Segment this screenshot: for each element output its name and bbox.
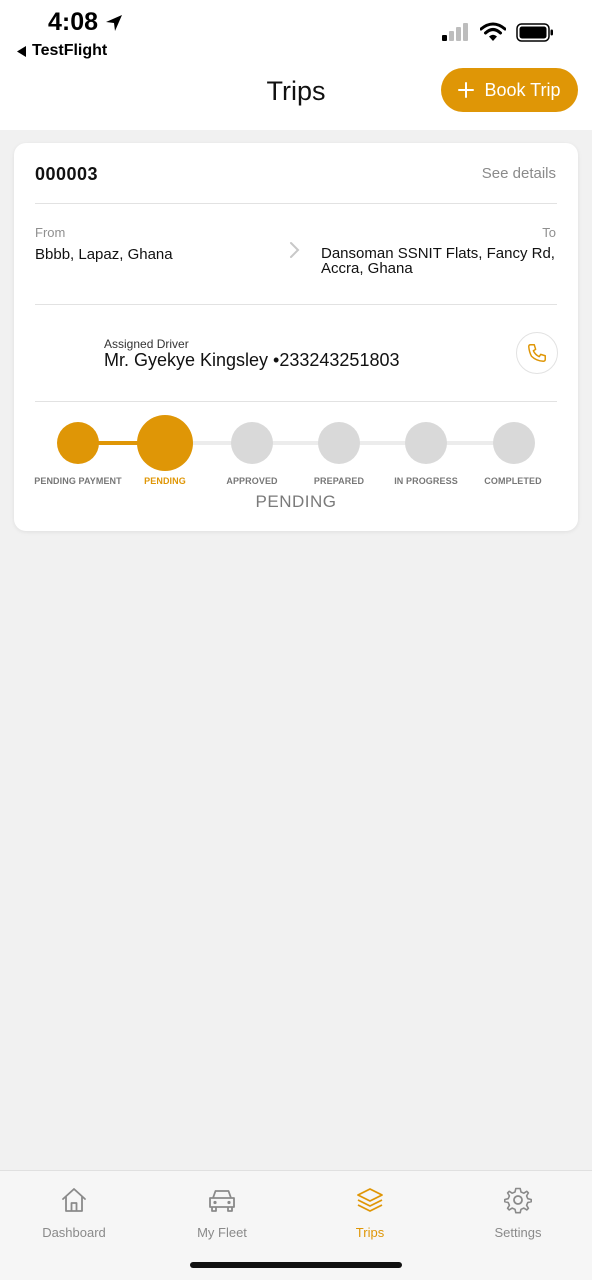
step-label-prepared: PREPARED: [313, 476, 365, 486]
tab-trips[interactable]: Trips: [310, 1183, 430, 1240]
car-icon: [209, 1190, 235, 1212]
to-address: Dansoman SSNIT Flats, Fancy Rd, Accra, G…: [321, 245, 555, 277]
see-details-link[interactable]: See details: [482, 165, 556, 182]
step-label-pending-payment: PENDING PAYMENT: [34, 476, 122, 486]
card-divider: [35, 304, 557, 305]
book-trip-label: Book Trip: [484, 79, 561, 100]
top-bar: 4:08 TestFlight Trips Book Trip: [0, 0, 592, 130]
clock-time: 4:08: [48, 8, 99, 36]
tab-dashboard[interactable]: Dashboard: [14, 1183, 134, 1240]
step-label-completed: COMPLETED: [484, 476, 542, 486]
home-icon: [62, 1188, 86, 1212]
trip-id: 000003: [35, 164, 99, 184]
wifi-icon: [480, 22, 506, 41]
tab-my-fleet[interactable]: My Fleet: [162, 1183, 282, 1240]
layers-icon: [357, 1188, 383, 1212]
phone-icon: [528, 344, 546, 362]
tab-label-dashboard: Dashboard: [42, 1225, 106, 1240]
status-icons: [442, 22, 554, 42]
card-divider: [35, 401, 557, 402]
card-divider: [35, 203, 557, 204]
battery-icon: [516, 22, 553, 42]
chevron-right-icon: [290, 242, 300, 258]
driver-name: Mr. Gyekye Kingsley •233243251803: [104, 350, 400, 370]
step-label-approved: APPROVED: [226, 476, 278, 486]
trip-card[interactable]: 000003 See details From To Bbbb, Lapaz, …: [14, 143, 578, 531]
step-dot-pending: [137, 415, 193, 471]
back-triangle-icon: [17, 45, 26, 57]
cellular-signal-icon: [442, 23, 468, 41]
step-dot-pending-payment: [57, 422, 99, 464]
from-label: From: [35, 225, 66, 240]
tab-label-my-fleet: My Fleet: [197, 1225, 247, 1240]
back-app-label: TestFlight: [32, 42, 108, 59]
step-dot-prepared: [318, 422, 360, 464]
from-address: Bbbb, Lapaz, Ghana: [35, 246, 173, 263]
driver-label: Assigned Driver: [104, 337, 189, 351]
call-driver-button[interactable]: [516, 332, 558, 374]
to-label: To: [542, 225, 556, 240]
tab-label-trips: Trips: [355, 1225, 385, 1240]
status-time: 4:08: [48, 8, 124, 37]
book-trip-button[interactable]: Book Trip: [441, 68, 578, 112]
step-dot-completed: [493, 422, 535, 464]
step-label-in-progress: IN PROGRESS: [394, 476, 458, 486]
step-label-pending: PENDING: [144, 476, 186, 486]
trip-status: PENDING: [255, 492, 337, 511]
plus-icon: [458, 82, 475, 98]
step-dot-approved: [231, 422, 273, 464]
location-arrow-icon: [106, 14, 123, 31]
tab-settings[interactable]: Settings: [458, 1183, 578, 1240]
tab-label-settings: Settings: [494, 1225, 542, 1240]
back-to-testflight[interactable]: TestFlight: [17, 42, 107, 60]
home-indicator: [190, 1262, 402, 1268]
step-dot-in-progress: [405, 422, 447, 464]
gear-icon: [504, 1187, 532, 1214]
